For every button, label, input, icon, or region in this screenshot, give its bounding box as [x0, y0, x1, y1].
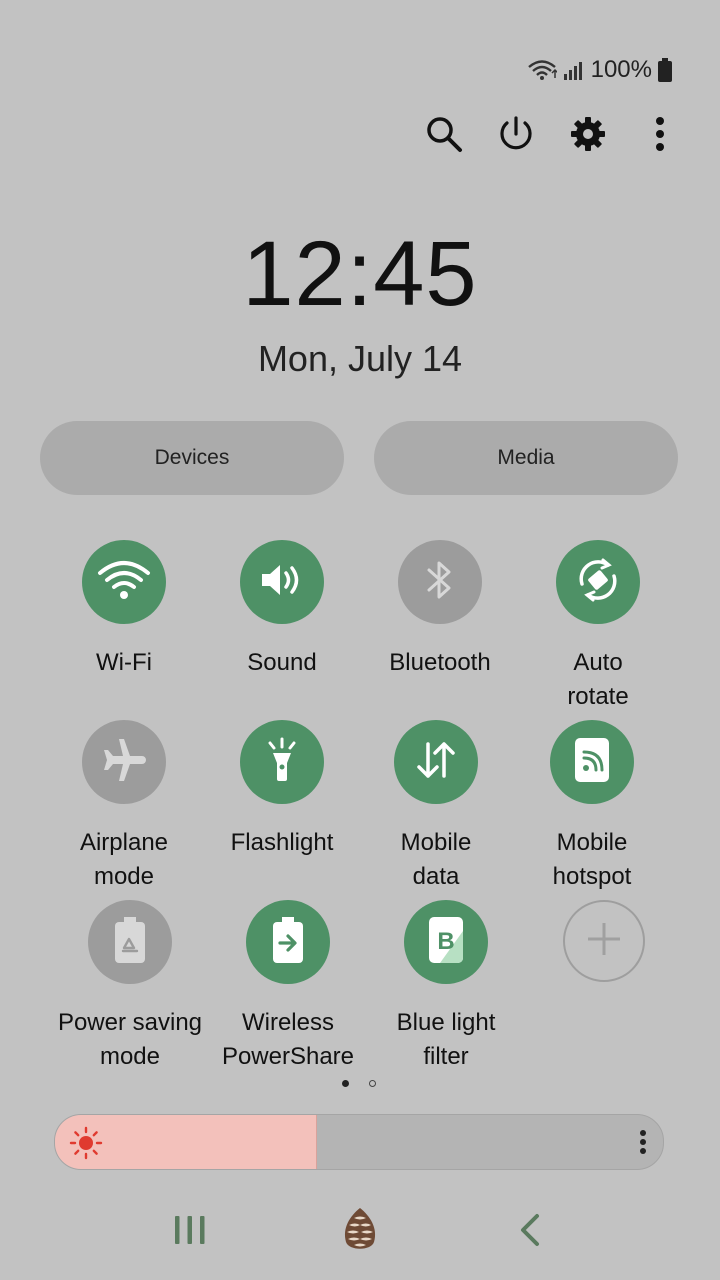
tile-label: Airplane mode: [79, 829, 169, 890]
tile-label: Power saving mode: [57, 1009, 203, 1070]
tile-power-saving: Power saving mode: [45, 900, 215, 1074]
tile-auto-rotate: Auto rotate: [513, 540, 683, 714]
tile-label: Wi-Fi: [96, 649, 152, 676]
auto-rotate-toggle[interactable]: [556, 540, 640, 624]
airplane-mode-toggle[interactable]: [82, 720, 166, 804]
wireless-powershare-toggle[interactable]: [246, 900, 330, 984]
auto-rotate-icon: [572, 554, 624, 611]
media-button[interactable]: Media: [374, 421, 678, 495]
pinecone-home-icon: [338, 1204, 382, 1261]
search-icon: [425, 115, 463, 158]
tile-label: Mobile hotspot: [552, 829, 632, 890]
more-options-button[interactable]: [640, 112, 680, 160]
mobile-hotspot-toggle[interactable]: [550, 720, 634, 804]
clock-time[interactable]: 12:45: [0, 222, 720, 327]
bluetooth-icon: [423, 558, 457, 607]
status-bar: 100%: [527, 56, 672, 84]
flashlight-icon: [262, 735, 302, 790]
gear-icon: [569, 115, 607, 158]
tile-mobile-data: Mobile data: [351, 720, 521, 894]
mobile-data-toggle[interactable]: [394, 720, 478, 804]
search-button[interactable]: [424, 112, 464, 160]
flashlight-toggle[interactable]: [240, 720, 324, 804]
tile-label: Mobile data: [400, 829, 472, 890]
wifi-icon: [96, 557, 152, 608]
tile-blue-light-filter: B Blue light filter: [361, 900, 531, 1074]
vertical-dots-icon: [655, 116, 665, 157]
devices-label: Devices: [154, 446, 230, 469]
media-label: Media: [497, 446, 555, 469]
mobile-data-arrows-icon: [412, 736, 460, 789]
top-actions: [424, 112, 680, 160]
wireless-powershare-icon: [270, 915, 306, 970]
home-button[interactable]: [330, 1202, 390, 1262]
airplane-icon: [99, 735, 149, 790]
battery-full-icon: [658, 58, 672, 82]
svg-text:B: B: [437, 928, 454, 955]
sound-toggle[interactable]: [240, 540, 324, 624]
tile-label: Wireless PowerShare: [221, 1009, 355, 1070]
sun-icon: [69, 1126, 103, 1165]
bluetooth-toggle[interactable]: [398, 540, 482, 624]
blue-light-filter-toggle[interactable]: B: [404, 900, 488, 984]
recents-icon: [173, 1214, 207, 1251]
tile-flashlight: Flashlight: [197, 720, 367, 860]
tile-label: Flashlight: [230, 829, 334, 856]
wifi-toggle[interactable]: [82, 540, 166, 624]
devices-button[interactable]: Devices: [40, 421, 344, 495]
tile-mobile-hotspot: Mobile hotspot: [507, 720, 677, 894]
settings-button[interactable]: [568, 112, 608, 160]
brightness-slider[interactable]: [54, 1114, 664, 1170]
back-chevron-icon: [518, 1213, 542, 1252]
power-button[interactable]: [496, 112, 536, 160]
plus-icon: [582, 917, 626, 966]
tile-label: Sound: [247, 649, 317, 676]
tile-bluetooth: Bluetooth: [355, 540, 525, 680]
speaker-icon: [258, 560, 306, 605]
page-indicator[interactable]: [342, 1080, 376, 1087]
tile-sound: Sound: [197, 540, 367, 680]
power-saving-icon: [112, 915, 148, 970]
page-dot-active: [342, 1080, 349, 1087]
wifi-icon: [527, 59, 557, 81]
page-dot: [369, 1080, 376, 1087]
clock-date: Mon, July 14: [257, 338, 463, 379]
back-button[interactable]: [500, 1206, 560, 1258]
add-tile-button[interactable]: [563, 900, 645, 982]
power-saving-toggle[interactable]: [88, 900, 172, 984]
tile-label: Auto rotate: [567, 649, 629, 710]
tile-label: Bluetooth: [389, 649, 491, 676]
tile-add: [519, 900, 689, 982]
blue-light-filter-icon: B: [426, 915, 466, 970]
battery-percent: 100%: [590, 56, 652, 83]
signal-bars-icon: [563, 59, 585, 81]
tile-wifi: Wi-Fi: [39, 540, 209, 680]
recents-button[interactable]: [160, 1206, 220, 1258]
tile-label: Blue light filter: [396, 1009, 496, 1070]
brightness-menu-icon[interactable]: [639, 1129, 647, 1160]
hotspot-icon: [572, 736, 612, 789]
tile-wireless-powershare: Wireless PowerShare: [203, 900, 373, 1074]
tile-airplane-mode: Airplane mode: [39, 720, 209, 894]
power-icon: [497, 115, 535, 158]
